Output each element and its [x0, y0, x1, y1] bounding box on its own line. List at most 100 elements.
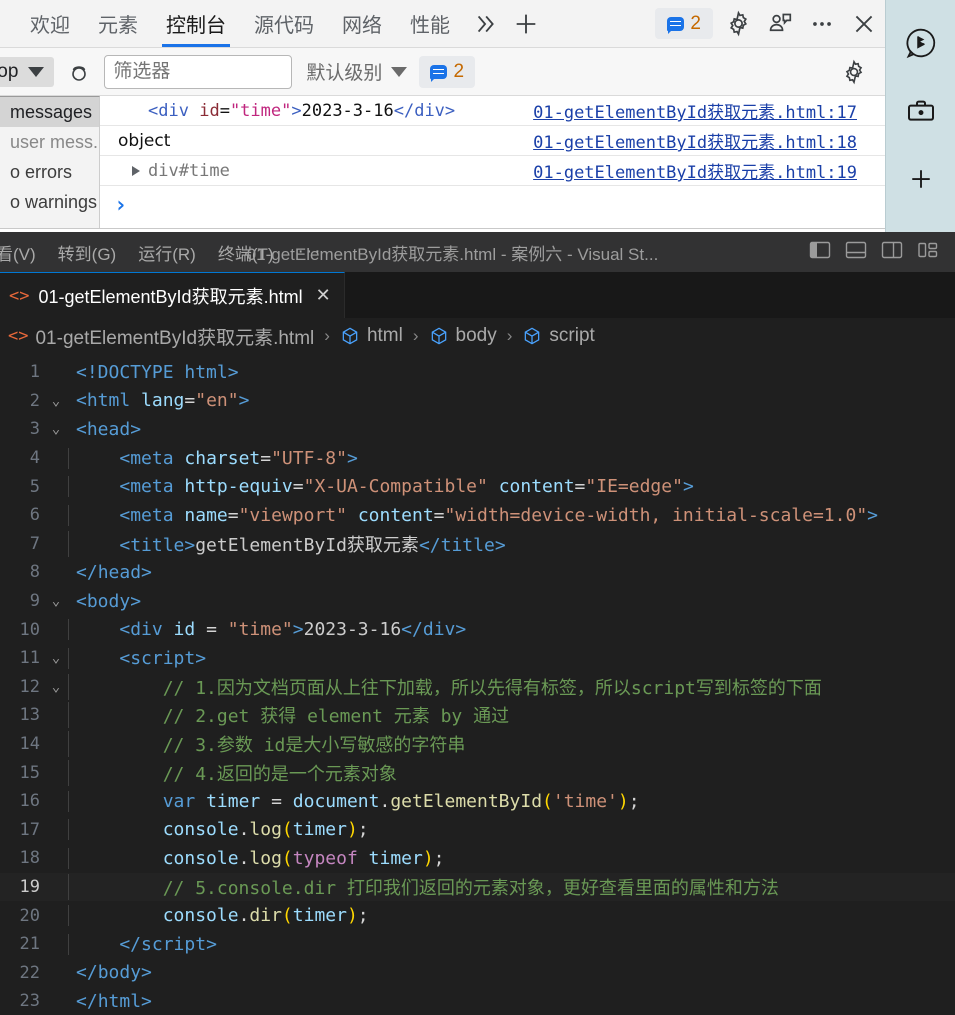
- console-body: messages user mess... o errors o warnings <…: [0, 96, 885, 228]
- code-line[interactable]: 4 <meta charset="UTF-8">: [0, 444, 955, 473]
- breadcrumb-item-1[interactable]: html: [340, 325, 403, 347]
- code-token: <!DOCTYPE: [76, 361, 185, 383]
- devtools-tab-3[interactable]: 源代码: [240, 0, 328, 47]
- code-line[interactable]: 10 <div id = "time">2023-3-16</div>: [0, 615, 955, 644]
- devtools-tab-1[interactable]: 元素: [84, 0, 152, 47]
- code-line[interactable]: 23 </html>: [0, 987, 955, 1015]
- code-line[interactable]: 14 // 3.参数 id是大小写敏感的字符串: [0, 730, 955, 759]
- devtools-tab-0[interactable]: 欢迎: [16, 0, 84, 47]
- editor-tab[interactable]: <> 01-getElementById获取元素.html ✕: [0, 272, 345, 318]
- chevron-double-right-icon[interactable]: [464, 0, 504, 47]
- vscode-menu-1[interactable]: 转到(G): [58, 240, 117, 265]
- breadcrumb-item-label: 01-getElementById获取元素.html: [35, 327, 315, 349]
- code-token: http-equiv: [184, 476, 293, 498]
- plus-icon[interactable]: [504, 0, 548, 47]
- console-filter-input[interactable]: [104, 54, 293, 89]
- console-log-row[interactable]: <div id="time">2023-3-16</div> 01-getElem…: [100, 96, 885, 126]
- code-line[interactable]: 12 ⌄ // 1.因为文档页面从上往下加载，所以先得有标签，所以script写到…: [0, 673, 955, 702]
- customize-layout-icon[interactable]: [917, 240, 939, 265]
- toggle-primary-sidebar-icon[interactable]: [809, 240, 831, 265]
- code-line[interactable]: 2 ⌄ <html lang="en">: [0, 387, 955, 416]
- indent-guide: [68, 905, 69, 927]
- indent-guide: [68, 702, 69, 729]
- code-line[interactable]: 22 </body>: [0, 958, 955, 987]
- vscode-menu-3[interactable]: 终端(T): [218, 240, 274, 265]
- code-line[interactable]: 17 console.log(timer);: [0, 816, 955, 845]
- console-log-row[interactable]: object 01-getElementById获取元素.html:18: [100, 126, 885, 156]
- console-sidebar-item-2[interactable]: o errors: [0, 157, 99, 187]
- plus-icon[interactable]: [902, 160, 940, 198]
- breadcrumb-item-0[interactable]: <> 01-getElementById获取元素.html: [8, 323, 314, 350]
- code-line[interactable]: 5 <meta http-equiv="X-UA-Compatible" con…: [0, 472, 955, 501]
- code-line[interactable]: 6 <meta name="viewport" content="width=d…: [0, 501, 955, 530]
- code-token: console: [162, 905, 239, 927]
- code-line[interactable]: 7 <title>getElementById获取元素</title>: [0, 530, 955, 559]
- code-line[interactable]: 13 // 2.get 获得 element 元素 by 通过: [0, 701, 955, 730]
- code-line[interactable]: 8 </head>: [0, 558, 955, 587]
- code-token: >: [141, 561, 152, 583]
- close-icon[interactable]: [843, 0, 885, 47]
- toggle-secondary-sidebar-icon[interactable]: [881, 240, 903, 265]
- expand-arrow-icon[interactable]: [132, 165, 140, 176]
- close-icon[interactable]: ✕: [316, 285, 331, 306]
- code-line[interactable]: 9 ⌄ <body>: [0, 587, 955, 616]
- console-sidebar-item-0[interactable]: messages: [0, 97, 99, 127]
- console-prompt-row[interactable]: ›: [100, 186, 885, 224]
- code-line[interactable]: 16 var timer = document.getElementById('…: [0, 787, 955, 816]
- vscode-menu-2[interactable]: 运行(R): [138, 240, 196, 265]
- console-sidebar-item-1[interactable]: user mess...: [0, 127, 99, 157]
- devtools-tab-label: 元素: [98, 15, 138, 37]
- menu-overflow-icon[interactable]: ···: [298, 241, 323, 263]
- devtools-tab-label: 源代码: [254, 15, 314, 37]
- gear-icon[interactable]: [717, 0, 759, 47]
- console-log-source-link[interactable]: 01-getElementById获取元素.html:18: [533, 128, 885, 153]
- toggle-panel-icon[interactable]: [845, 240, 867, 265]
- console-level-label: 默认级别: [306, 63, 383, 84]
- code-line[interactable]: 1 <!DOCTYPE html>: [0, 358, 955, 387]
- fold-chevron-icon[interactable]: ⌄: [44, 421, 68, 437]
- fold-chevron-icon[interactable]: ⌄: [44, 650, 68, 666]
- code-token: <: [76, 619, 131, 641]
- console-log-source-link[interactable]: 01-getElementById获取元素.html:19: [533, 158, 885, 183]
- code-line[interactable]: 21 </script>: [0, 930, 955, 959]
- fold-chevron-icon[interactable]: ⌄: [44, 393, 68, 409]
- code-line[interactable]: 3 ⌄ <head>: [0, 415, 955, 444]
- breadcrumb-item-3[interactable]: script: [522, 325, 595, 347]
- console-log-source-link[interactable]: 01-getElementById获取元素.html:17: [533, 98, 885, 123]
- briefcase-tools-icon[interactable]: [902, 92, 940, 130]
- code-token: // 5.console.dir 打印我们返回的元素对象，更好查看里面的属性和方…: [76, 877, 779, 899]
- fold-chevron-icon[interactable]: ⌄: [44, 593, 68, 609]
- line-number: 10: [19, 619, 40, 640]
- devtools-issues-badge[interactable]: 2: [655, 8, 713, 39]
- devtools-tab-4[interactable]: 网络: [328, 0, 396, 47]
- code-line[interactable]: 15 // 4.返回的是一个元素对象: [0, 758, 955, 787]
- code-token: .: [379, 790, 391, 812]
- code-editor[interactable]: 1 <!DOCTYPE html> 2 ⌄ <html lang="en"> 3 ⌄ <hea…: [0, 354, 955, 1015]
- vscode-menu-0[interactable]: 看(V): [0, 240, 36, 265]
- code-line[interactable]: 11 ⌄ <script>: [0, 644, 955, 673]
- console-level-selector[interactable]: 默认级别: [306, 58, 408, 85]
- code-line[interactable]: 20 console.dir(timer);: [0, 901, 955, 930]
- fold-chevron-icon[interactable]: ⌄: [44, 679, 68, 695]
- console-settings-gear-icon[interactable]: [833, 59, 875, 85]
- code-line[interactable]: 19 // 5.console.dir 打印我们返回的元素对象，更好查看里面的属…: [0, 872, 955, 902]
- code-token: <: [76, 647, 131, 669]
- clear-console-icon[interactable]: [62, 60, 96, 84]
- bing-copilot-icon[interactable]: [902, 24, 940, 62]
- code-token: meta: [130, 504, 174, 526]
- breadcrumb-item-2[interactable]: body: [429, 325, 497, 347]
- devtools-tab-2[interactable]: 控制台: [152, 0, 240, 47]
- indent-guide: [68, 933, 69, 955]
- code-line[interactable]: 18 console.log(typeof timer);: [0, 844, 955, 873]
- code-token: content: [357, 504, 434, 526]
- code-text: <html lang="en">: [68, 390, 955, 411]
- person-feedback-icon[interactable]: [759, 0, 801, 47]
- console-context-selector[interactable]: top: [0, 56, 55, 87]
- console-issues-badge[interactable]: 2: [419, 55, 476, 88]
- devtools-tab-5[interactable]: 性能: [396, 0, 464, 47]
- vscode-layout-controls: [809, 240, 955, 265]
- ellipsis-icon[interactable]: [801, 0, 843, 47]
- console-sidebar-item-3[interactable]: o warnings: [0, 187, 99, 217]
- console-log-row[interactable]: div#time 01-getElementById获取元素.html:19: [100, 156, 885, 186]
